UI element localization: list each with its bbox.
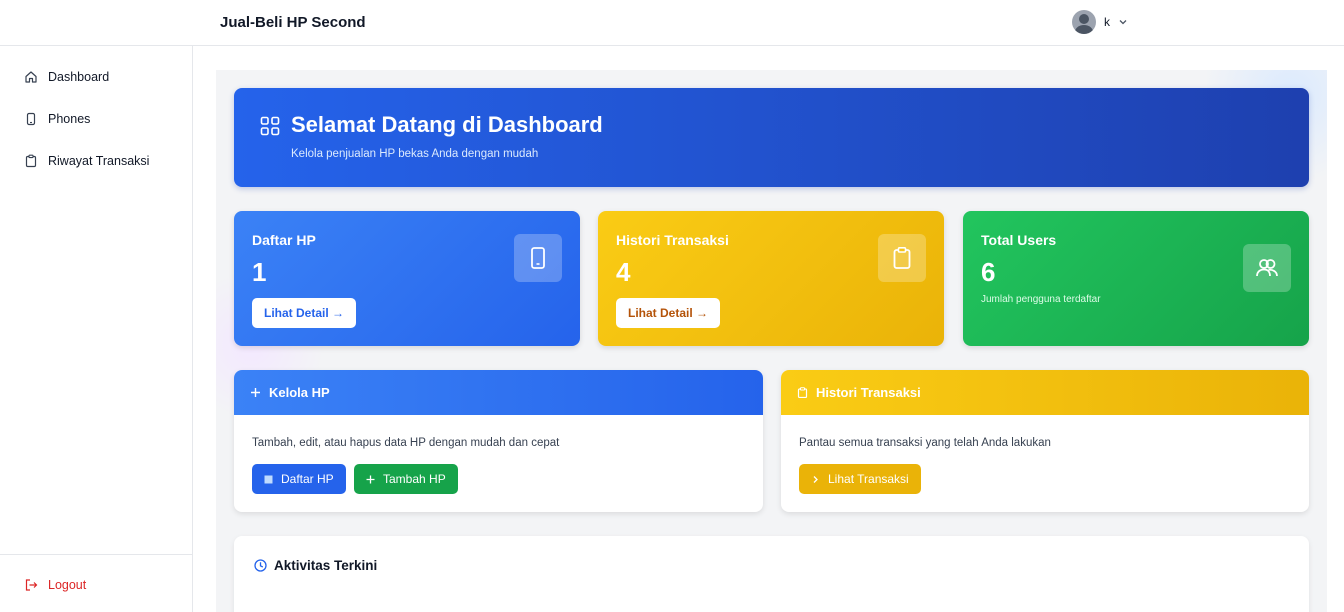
plus-icon (366, 475, 375, 483)
stat-icon-box (1243, 244, 1291, 292)
clock-icon (254, 559, 267, 572)
stat-icon-box (878, 234, 926, 282)
daftar-hp-button[interactable]: Daftar HP (252, 464, 346, 494)
stat-value: 6 (981, 257, 996, 287)
chevron-down-icon[interactable] (1118, 17, 1128, 27)
stat-card-daftar-hp: Daftar HP 1 Lihat Detail → (234, 211, 580, 346)
sidebar-item-riwayat-transaksi[interactable]: Riwayat Transaksi (24, 154, 149, 168)
page-title: Selamat Datang di Dashboard (291, 112, 603, 137)
users-icon (1256, 259, 1278, 277)
stat-title: Histori Transaksi (616, 232, 729, 248)
user-avatar-icon[interactable] (1072, 10, 1096, 34)
phone-icon (26, 112, 36, 126)
welcome-banner: Selamat Datang di Dashboard Kelola penju… (234, 88, 1309, 187)
panel-description: Tambah, edit, atau hapus data HP dengan … (252, 437, 560, 449)
user-menu[interactable]: k (1072, 10, 1128, 34)
button-label: Tambah HP (383, 472, 446, 486)
kelola-hp-panel: Kelola HP Tambah, edit, atau hapus data … (234, 370, 763, 512)
panel-header: Kelola HP (234, 370, 763, 415)
page-subtitle: Kelola penjualan HP bekas Anda dengan mu… (291, 148, 539, 160)
clipboard-icon (797, 387, 808, 398)
grid-icon (260, 116, 280, 136)
main-content: Selamat Datang di Dashboard Kelola penju… (216, 70, 1327, 612)
clipboard-icon (893, 246, 911, 269)
app-title[interactable]: Jual-Beli HP Second (220, 14, 366, 31)
phone-icon (531, 247, 545, 269)
button-label: Daftar HP (281, 472, 334, 486)
clipboard-icon (25, 154, 37, 168)
sidebar-item-label: Phones (48, 112, 91, 126)
user-name[interactable]: k (1104, 15, 1110, 29)
sidebar-item-label: Dashboard (48, 70, 110, 84)
sidebar-item-label: Riwayat Transaksi (48, 154, 150, 168)
home-icon (25, 71, 37, 83)
lihat-transaksi-button[interactable]: Lihat Transaksi (799, 464, 921, 494)
top-navbar: Jual-Beli HP Second k (0, 0, 1344, 46)
plus-icon (251, 388, 260, 397)
lihat-detail-button[interactable]: Lihat Detail → (616, 298, 721, 328)
activity-title: Aktivitas Terkini (274, 558, 378, 573)
stat-icon-box (514, 234, 562, 282)
recent-activity-card: Aktivitas Terkini (234, 536, 1309, 612)
panel-title: Histori Transaksi (816, 385, 921, 400)
chevron-right-icon (813, 475, 818, 483)
logout-button[interactable]: Logout (24, 578, 86, 592)
sidebar-divider (0, 554, 193, 555)
list-icon (264, 475, 273, 483)
panel-description: Pantau semua transaksi yang telah Anda l… (799, 437, 1051, 449)
stat-note: Jumlah pengguna terdaftar (981, 294, 1101, 305)
stat-card-total-users: Total Users 6 Jumlah pengguna terdaftar (963, 211, 1309, 346)
panel-header: Histori Transaksi (781, 370, 1309, 415)
stat-title: Total Users (981, 232, 1057, 248)
sidebar-item-dashboard[interactable]: Dashboard (24, 70, 109, 84)
stat-value: 1 (252, 257, 267, 287)
button-label: Lihat Transaksi (828, 472, 909, 486)
lihat-detail-button[interactable]: Lihat Detail → (252, 298, 357, 328)
histori-transaksi-panel: Histori Transaksi Pantau semua transaksi… (781, 370, 1309, 512)
logout-label: Logout (48, 578, 87, 592)
activity-heading: Aktivitas Terkini (254, 558, 377, 573)
panel-title: Kelola HP (269, 385, 330, 400)
tambah-hp-button[interactable]: Tambah HP (354, 464, 458, 494)
logout-icon (25, 579, 38, 591)
sidebar-item-phones[interactable]: Phones (24, 112, 90, 126)
stat-card-histori-transaksi: Histori Transaksi 4 Lihat Detail → (598, 211, 944, 346)
stat-title: Daftar HP (252, 232, 316, 248)
sidebar: Dashboard Phones Riwayat Transaksi Logou… (0, 46, 193, 612)
stat-value: 4 (616, 257, 631, 287)
